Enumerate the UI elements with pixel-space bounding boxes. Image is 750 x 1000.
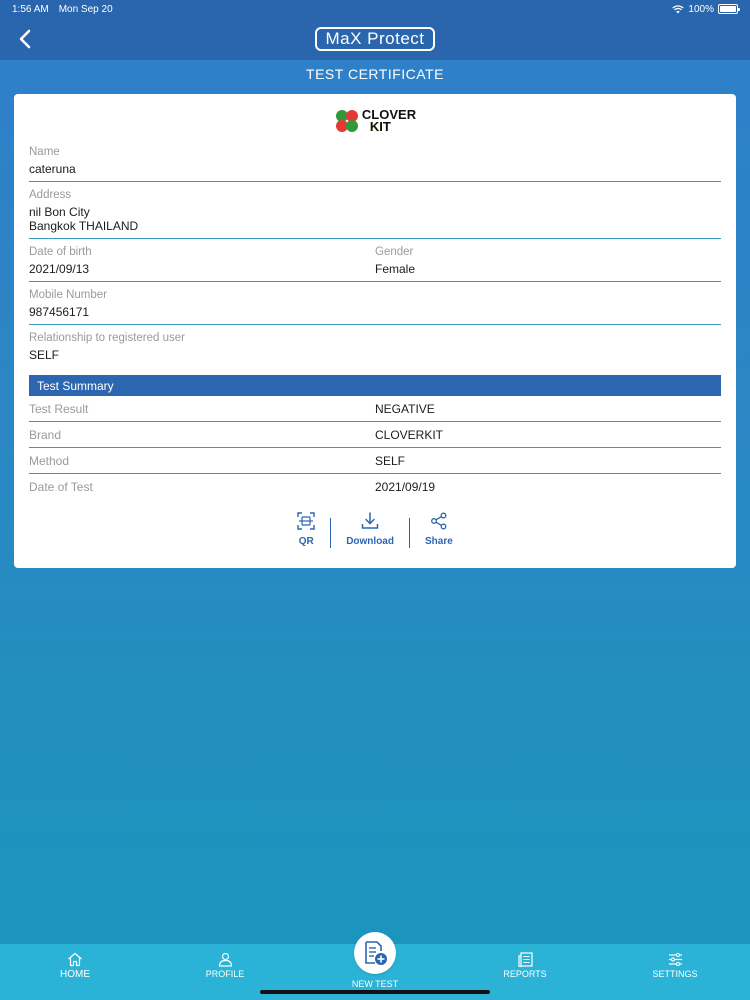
status-bar: 1:56 AM Mon Sep 20 100% xyxy=(0,0,750,18)
qr-button[interactable]: QR xyxy=(282,512,330,548)
user-icon xyxy=(218,952,232,967)
tab-home-label: HOME xyxy=(60,969,90,980)
gender-label: Gender xyxy=(375,246,414,258)
dob-value: 2021/09/13 xyxy=(29,262,90,276)
summary-row-result: Test Result NEGATIVE xyxy=(29,396,721,422)
share-icon xyxy=(430,512,447,530)
tab-home[interactable]: HOME xyxy=(0,944,150,1000)
download-label: Download xyxy=(346,536,394,547)
field-dob-gender: Date of birth 2021/09/13 Gender Female xyxy=(29,239,721,282)
tab-profile-label: PROFILE xyxy=(205,969,245,979)
cloverkit-logo: CLOVER KIT xyxy=(29,106,721,136)
name-label: Name xyxy=(29,146,60,158)
settings-sliders-icon xyxy=(668,952,682,967)
battery-icon xyxy=(718,4,740,14)
certificate-actions: QR Download Share xyxy=(29,512,721,548)
field-relationship: Relationship to registered user SELF xyxy=(29,325,721,367)
field-address: Address nil Bon City Bangkok THAILAND xyxy=(29,182,721,239)
clover-leaf-icon xyxy=(335,110,358,132)
dob-label: Date of birth xyxy=(29,246,92,258)
summary-value: SELF xyxy=(375,453,406,468)
summary-value: CLOVERKIT xyxy=(375,427,444,442)
summary-row-method: Method SELF xyxy=(29,448,721,474)
tab-settings[interactable]: SETTINGS xyxy=(600,944,750,1000)
download-icon xyxy=(361,512,379,529)
gender-value: Female xyxy=(375,262,416,276)
summary-label: Brand xyxy=(29,427,62,442)
test-summary-header: Test Summary xyxy=(29,375,721,396)
back-button[interactable] xyxy=(10,24,40,54)
share-button[interactable]: Share xyxy=(410,512,468,548)
app-logo: MaX Protect xyxy=(315,27,435,51)
new-test-button[interactable] xyxy=(354,932,396,974)
download-button[interactable]: Download xyxy=(331,512,409,548)
summary-value: 2021/09/19 xyxy=(375,480,436,494)
qr-scan-icon xyxy=(297,512,315,530)
summary-value: NEGATIVE xyxy=(375,401,435,416)
summary-label: Test Result xyxy=(29,401,89,416)
address-line2: Bangkok THAILAND xyxy=(29,219,139,233)
relationship-value: SELF xyxy=(29,348,60,362)
field-mobile: Mobile Number 987456171 xyxy=(29,282,721,325)
home-indicator[interactable] xyxy=(260,990,490,994)
summary-label: Method xyxy=(29,453,70,468)
chevron-left-icon xyxy=(19,29,31,49)
mobile-label: Mobile Number xyxy=(29,289,107,301)
tab-reports-label: REPORTS xyxy=(503,969,547,979)
summary-row-date: Date of Test 2021/09/19 xyxy=(29,474,721,500)
address-label: Address xyxy=(29,189,72,201)
tab-settings-label: SETTINGS xyxy=(652,969,698,979)
battery-percent: 100% xyxy=(688,3,714,15)
qr-label: QR xyxy=(298,536,314,547)
relationship-label: Relationship to registered user xyxy=(29,332,185,344)
address-line1: nil Bon City xyxy=(29,205,90,219)
nav-bar: MaX Protect xyxy=(0,18,750,60)
name-value: cateruna xyxy=(29,162,76,176)
status-right: 100% xyxy=(672,3,740,15)
logo-text-kit: KIT xyxy=(370,120,416,133)
summary-label: Date of Test xyxy=(29,480,93,494)
reports-icon xyxy=(517,952,533,967)
field-name: Name cateruna xyxy=(29,139,721,182)
wifi-icon xyxy=(672,4,685,13)
tab-new-test-label: NEW TEST xyxy=(351,979,399,989)
mobile-value: 987456171 xyxy=(29,305,90,319)
page-title: TEST CERTIFICATE xyxy=(306,66,444,82)
home-icon xyxy=(68,952,82,967)
share-label: Share xyxy=(424,536,453,547)
summary-row-brand: Brand CLOVERKIT xyxy=(29,422,721,448)
certificate-card: CLOVER KIT Name cateruna Address nil Bon… xyxy=(14,94,736,568)
new-test-icon xyxy=(365,941,387,965)
status-date: Mon Sep 20 xyxy=(58,3,113,15)
status-time: 1:56 AM xyxy=(12,3,49,15)
